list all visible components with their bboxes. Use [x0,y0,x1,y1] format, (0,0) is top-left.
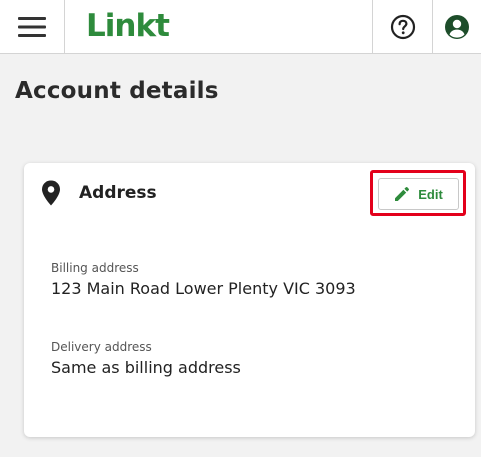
pencil-icon [395,187,410,201]
address-card: Address Edit Billing address 123 Main Ro… [24,163,475,437]
hamburger-icon [18,16,46,37]
location-pin-icon [42,180,60,206]
page-title: Account details [15,78,219,104]
top-navigation-bar: Linkt [0,0,481,54]
account-button[interactable] [432,0,481,53]
logo-text: Linkt [86,8,170,44]
account-circle-icon [445,14,469,39]
linkt-logo[interactable]: Linkt [86,6,170,46]
help-button[interactable] [372,0,432,53]
question-circle-icon [390,14,415,39]
billing-address-value: 123 Main Road Lower Plenty VIC 3093 [51,279,356,298]
menu-button[interactable] [0,0,65,53]
delivery-address-label: Delivery address [51,340,152,354]
edit-button-label: Edit [418,186,443,202]
card-title: Address [79,183,157,203]
delivery-address-value: Same as billing address [51,358,241,377]
edit-button[interactable]: Edit [378,178,459,210]
billing-address-label: Billing address [51,261,139,275]
